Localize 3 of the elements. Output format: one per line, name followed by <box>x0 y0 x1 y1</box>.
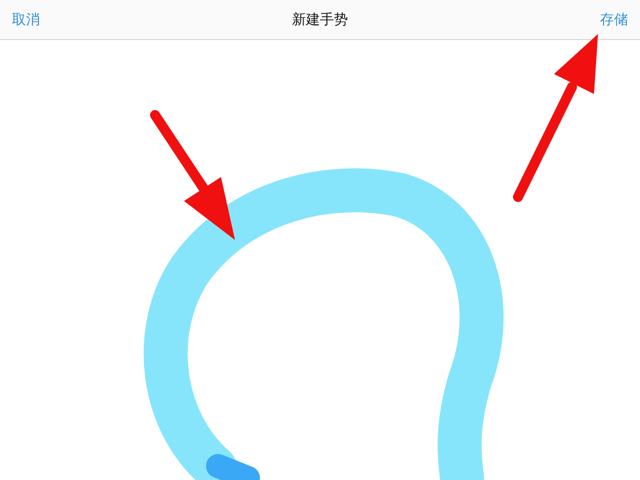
cancel-button[interactable]: 取消 <box>10 8 42 30</box>
save-button[interactable]: 存储 <box>598 8 630 30</box>
screen-title: 新建手势 <box>292 10 348 28</box>
